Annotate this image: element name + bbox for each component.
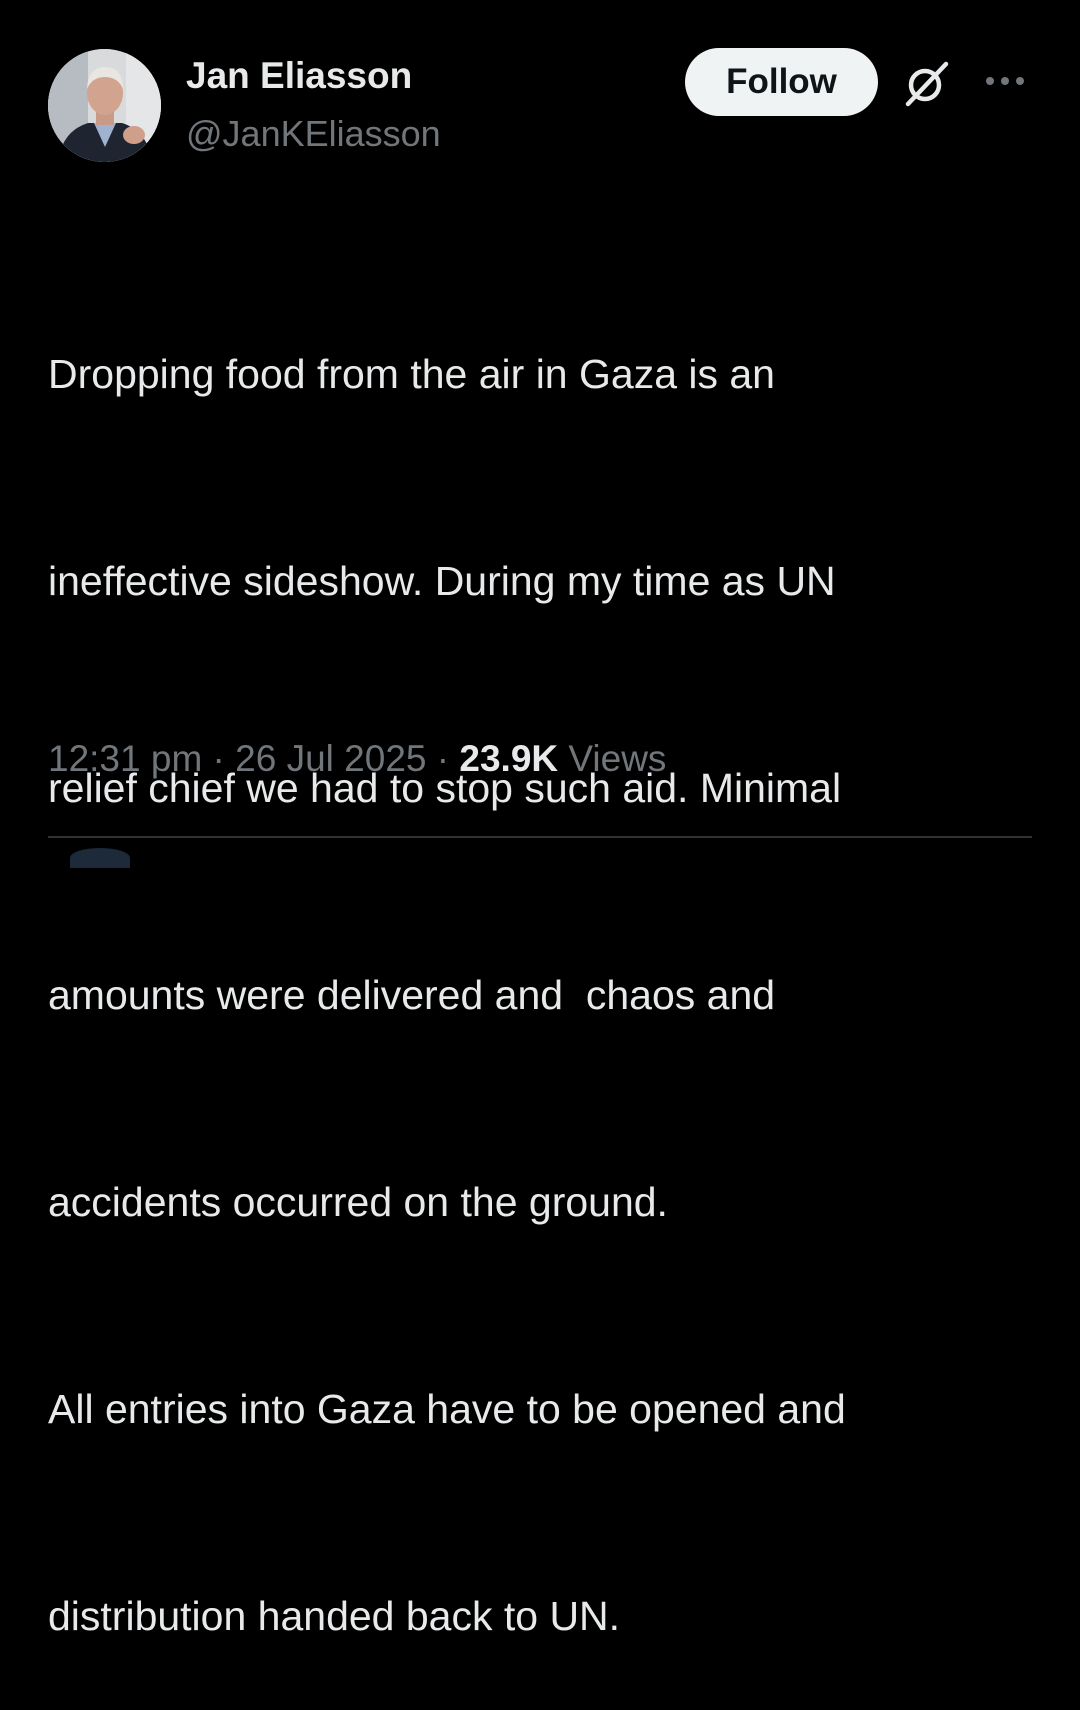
tweet-detail: Jan Eliasson @JanKEliasson Follow Droppi…	[0, 0, 1080, 1639]
avatar-photo	[48, 49, 161, 162]
author-avatar[interactable]	[48, 49, 161, 162]
grok-slash-icon[interactable]	[902, 58, 952, 108]
tweet-time[interactable]: 12:31 pm	[48, 738, 202, 779]
author-display-name[interactable]: Jan Eliasson	[186, 54, 412, 98]
tweet-text-line: accidents occurred on the ground.	[48, 1179, 668, 1225]
tweet-text: Dropping food from the air in Gaza is an…	[48, 202, 1038, 1710]
follow-button[interactable]: Follow	[685, 48, 878, 116]
meta-separator: ·	[426, 738, 460, 779]
tweet-text-line: distribution handed back to UN.	[48, 1593, 621, 1639]
meta-separator: ·	[202, 738, 236, 779]
tweet-text-line: Dropping food from the air in Gaza is an	[48, 351, 775, 397]
next-item-avatar	[70, 848, 130, 868]
tweet-text-line: All entries into Gaza have to be opened …	[48, 1386, 846, 1432]
tweet-date[interactable]: 26 Jul 2025	[235, 738, 426, 779]
views-label: Views	[558, 738, 667, 779]
author-handle[interactable]: @JanKEliasson	[186, 112, 441, 156]
tweet-metadata: 12:31 pm · 26 Jul 2025 · 23.9K Views	[48, 733, 666, 785]
tweet-text-line: amounts were delivered and chaos and	[48, 972, 776, 1018]
more-dots-icon[interactable]	[980, 66, 1030, 96]
tweet-text-line: ineffective sideshow. During my time as …	[48, 558, 836, 604]
divider	[48, 836, 1032, 838]
views-count[interactable]: 23.9K	[459, 738, 558, 779]
